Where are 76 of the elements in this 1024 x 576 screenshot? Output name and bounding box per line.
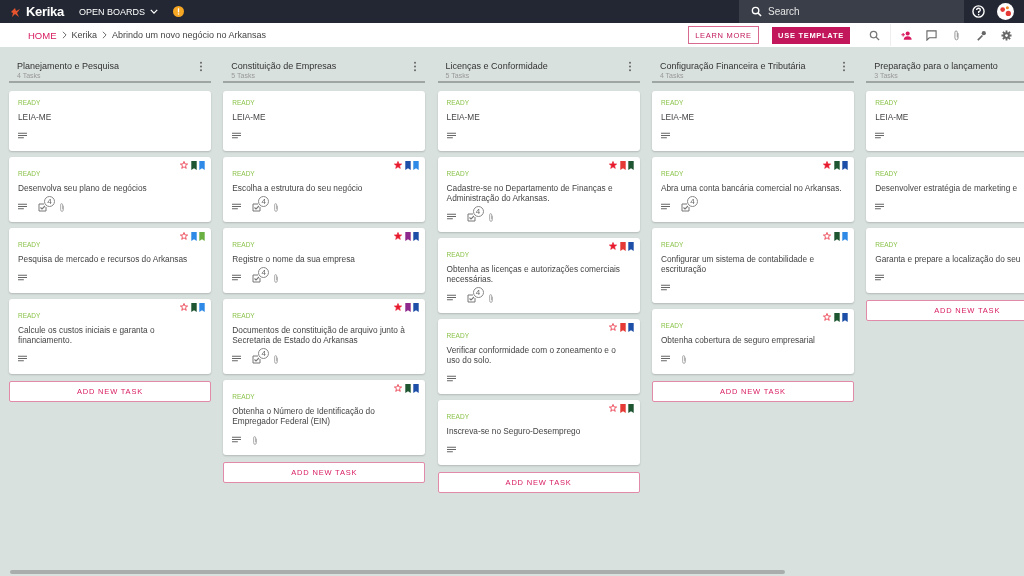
filled-star-icon[interactable] bbox=[608, 161, 617, 169]
count-badge: 4 bbox=[472, 287, 484, 298]
star-outline-icon[interactable] bbox=[394, 384, 403, 392]
more-icon[interactable] bbox=[413, 61, 418, 72]
breadcrumb-link[interactable]: Abrindo um novo negócio no Arkansas bbox=[112, 30, 267, 40]
checklist-icon bbox=[252, 202, 263, 212]
search-icon[interactable] bbox=[869, 29, 880, 41]
filled-star-icon[interactable] bbox=[822, 161, 831, 169]
breadcrumb-link[interactable]: Kerika bbox=[71, 30, 97, 40]
avatar-icon[interactable] bbox=[997, 3, 1014, 20]
filled-star-icon[interactable] bbox=[394, 161, 403, 169]
star-outline-icon[interactable] bbox=[180, 232, 188, 240]
chevron-icon bbox=[102, 31, 107, 39]
task-title: LEIA-ME bbox=[875, 112, 910, 122]
count-badge: 4 bbox=[258, 267, 270, 278]
more-icon[interactable] bbox=[627, 61, 632, 72]
caret-icon bbox=[149, 9, 158, 14]
task-title: Verificar conformidade com o zoneamento e o uso do solo. bbox=[446, 345, 617, 365]
settings-icon[interactable] bbox=[1001, 29, 1012, 41]
checklist-icon bbox=[680, 202, 691, 212]
star-outline-icon[interactable] bbox=[608, 404, 617, 412]
more-icon[interactable] bbox=[841, 61, 846, 72]
add-person-icon[interactable] bbox=[901, 29, 912, 41]
task-title: Configurar um sistema de contabilidade e escrituração bbox=[660, 254, 815, 274]
task-title: Escolha a estrutura do seu negócio bbox=[232, 183, 364, 193]
task-title: Cadastre-se no Departamento de Finanças e Administração do Arkansas. bbox=[446, 183, 614, 203]
checklist-icon bbox=[466, 293, 477, 303]
task-title: Pesquisa de mercado e recursos do Arkansas bbox=[18, 254, 189, 264]
help-icon[interactable] bbox=[972, 5, 985, 18]
task-title: Documentos de constituição de arquivo junto à Secretaria de Estado do Arkansas bbox=[232, 325, 406, 345]
task-title: Inscreva-se no Seguro-Desemprego bbox=[446, 426, 582, 436]
open-boards-menu[interactable]: OPEN BOARDS bbox=[78, 6, 158, 17]
star-outline-icon[interactable] bbox=[822, 313, 831, 321]
checklist-icon bbox=[252, 354, 263, 364]
task-title: Obtenha cobertura de seguro empresarial bbox=[660, 335, 816, 345]
checklist-icon bbox=[466, 212, 477, 222]
chat-icon[interactable] bbox=[926, 29, 937, 41]
star-outline-icon[interactable] bbox=[822, 232, 831, 240]
more-icon[interactable] bbox=[199, 61, 203, 72]
task-title: Calcule os custos iniciais e garanta o financiamento. bbox=[18, 325, 156, 345]
paperclip-icon[interactable] bbox=[951, 29, 962, 41]
app-logo[interactable]: Kerika bbox=[26, 4, 64, 19]
column-title: Preparação para o lançamento bbox=[874, 61, 999, 72]
task-title: LEIA-ME bbox=[446, 112, 481, 122]
task-title: Obtenha o Número de Identificação do Empregador Federal (EIN) bbox=[232, 406, 376, 426]
search-field[interactable]: Search bbox=[739, 0, 964, 23]
task-title: Garanta e prepare a localização do seu bbox=[875, 254, 1022, 264]
count-badge: 4 bbox=[258, 196, 270, 207]
filled-star-icon[interactable] bbox=[394, 232, 403, 240]
column-title: Constituição de Empresas bbox=[231, 61, 338, 72]
task-title: Registre o nome da sua empresa bbox=[232, 254, 356, 264]
checklist-icon bbox=[252, 273, 263, 283]
task-title: Desenvolver estratégia de marketing e bbox=[875, 183, 1019, 193]
column-title: Licenças e Conformidade bbox=[445, 61, 549, 72]
column-title: Planejamento e Pesquisa bbox=[17, 61, 121, 72]
alert-icon[interactable] bbox=[172, 6, 184, 17]
task-title: Abra uma conta bancária comercial no Arkansas. bbox=[660, 183, 843, 193]
task-title: Obtenha as licenças e autorizações comerciais necessárias. bbox=[446, 264, 621, 284]
count-badge: 4 bbox=[44, 196, 55, 207]
task-title: Desenvolva seu plano de negócios bbox=[18, 183, 148, 193]
filled-star-icon[interactable] bbox=[608, 242, 617, 250]
home-link[interactable]: HOME bbox=[28, 29, 57, 41]
checklist-icon bbox=[38, 202, 48, 212]
count-badge: 4 bbox=[472, 206, 484, 217]
task-title: LEIA-ME bbox=[660, 112, 696, 122]
star-outline-icon[interactable] bbox=[180, 303, 188, 311]
star-outline-icon[interactable] bbox=[608, 323, 617, 331]
count-badge: 4 bbox=[258, 348, 270, 359]
filled-star-icon[interactable] bbox=[394, 303, 403, 311]
task-title: LEIA-ME bbox=[232, 112, 267, 122]
task-title: LEIA-ME bbox=[18, 112, 53, 122]
chevron-icon bbox=[61, 31, 67, 39]
star-outline-icon[interactable] bbox=[180, 161, 188, 169]
search-icon bbox=[751, 6, 762, 17]
count-badge: 4 bbox=[686, 196, 698, 207]
column-title: Configuração Financeira e Tributária bbox=[659, 61, 807, 72]
